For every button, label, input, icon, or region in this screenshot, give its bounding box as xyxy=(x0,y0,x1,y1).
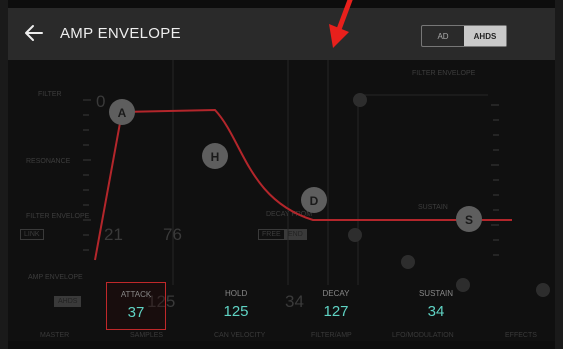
decay-label: DECAY xyxy=(322,289,350,298)
right-edge-bar xyxy=(555,0,563,349)
decay-param[interactable]: DECAY 127 xyxy=(307,282,365,328)
hold-node-label: H xyxy=(211,150,220,164)
mode-ad-button[interactable]: AD xyxy=(422,26,464,46)
hold-param[interactable]: HOLD 125 xyxy=(207,282,265,328)
envelope-curve xyxy=(94,108,512,261)
attack-label: ATTACK xyxy=(120,290,152,299)
parameter-row: ATTACK 37 HOLD 125 DECAY 127 SUSTAIN 34 xyxy=(8,282,555,332)
hold-node[interactable]: H xyxy=(202,143,228,169)
attack-node-label: A xyxy=(118,106,127,120)
ghost-grid xyxy=(172,60,488,285)
back-arrow-icon[interactable] xyxy=(22,21,46,45)
left-meter-ticks xyxy=(83,99,91,251)
page-title: AMP ENVELOPE xyxy=(60,25,181,42)
left-edge-bar xyxy=(0,0,8,349)
sustain-node[interactable]: S xyxy=(456,206,482,232)
sustain-param[interactable]: SUSTAIN 34 xyxy=(407,282,465,328)
sustain-value: 34 xyxy=(427,303,445,320)
decay-node[interactable]: D xyxy=(301,187,327,213)
hold-label: HOLD xyxy=(225,289,248,298)
attack-param[interactable]: ATTACK 37 xyxy=(106,282,166,330)
decay-value: 127 xyxy=(323,303,349,320)
envelope-mode-toggle[interactable]: AD AHDS xyxy=(421,25,507,47)
ghost-bottom-tabs: MASTER SAMPLES CAN VELOCITY FILTER/AMP L… xyxy=(8,332,555,341)
header-bar: AMP ENVELOPE AD AHDS xyxy=(8,8,555,60)
ghost-tab-samples: SAMPLES xyxy=(130,332,164,339)
ghost-nodes xyxy=(348,93,550,297)
attack-value: 37 xyxy=(127,304,145,321)
amp-envelope-screen: FILTER RESONANCE FILTER ENVELOPE AMP ENV… xyxy=(8,8,555,341)
right-meter-ticks xyxy=(491,104,499,256)
ghost-tab-master: MASTER xyxy=(40,332,70,339)
ghost-tab-lfo-modulation: LFO/MODULATION xyxy=(392,332,454,339)
attack-node[interactable]: A xyxy=(109,99,135,125)
mode-ahds-button[interactable]: AHDS xyxy=(464,26,506,46)
hold-value: 125 xyxy=(223,303,249,320)
ghost-tab-filter-amp: FILTER/AMP xyxy=(311,332,352,339)
sustain-node-label: S xyxy=(465,213,473,227)
ghost-tab-effects: EFFECTS xyxy=(505,332,537,339)
sustain-label: SUSTAIN xyxy=(418,289,454,298)
decay-node-label: D xyxy=(310,194,319,208)
annotation-arrow-icon xyxy=(329,0,353,48)
ghost-tab-can-velocity: CAN VELOCITY xyxy=(214,332,266,339)
